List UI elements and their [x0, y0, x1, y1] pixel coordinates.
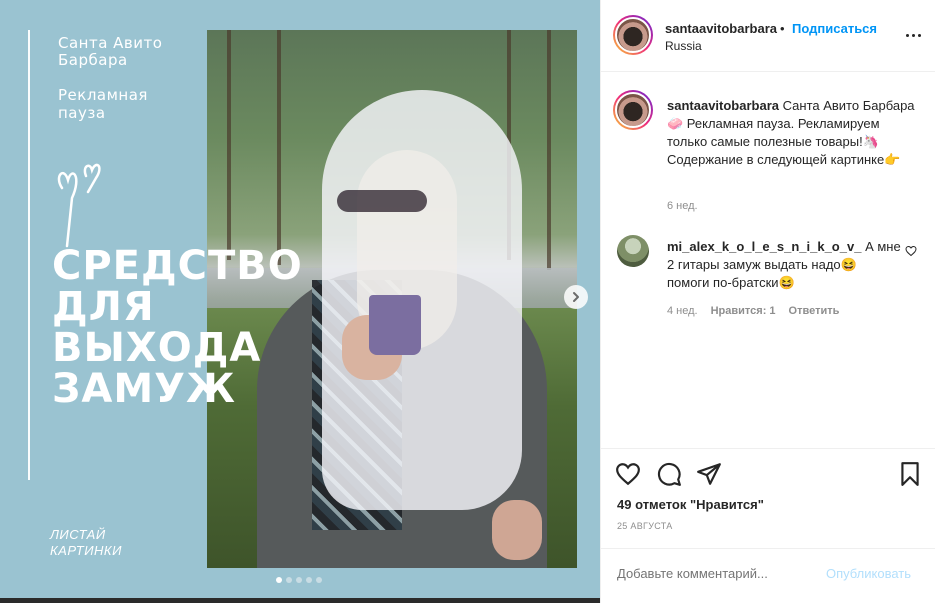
comment-like-icon[interactable]	[905, 245, 917, 257]
comment-icon[interactable]	[656, 461, 682, 487]
share-icon[interactable]	[696, 461, 722, 487]
post-photo	[207, 30, 577, 568]
post-username[interactable]: santaavitobarbara	[665, 21, 777, 36]
carousel-dots	[276, 577, 322, 583]
carousel-dot	[276, 577, 282, 583]
swipe-label-line1: ЛИСТАЙ	[50, 527, 106, 542]
swipe-label-line2: КАРТИНКИ	[50, 543, 122, 558]
post-header: santaavitobarbara • Подписаться Russia	[601, 0, 935, 72]
comment-reply-button[interactable]: Ответить	[789, 305, 840, 317]
separator-dot: •	[780, 21, 785, 36]
comment-input[interactable]	[617, 566, 817, 581]
media-name-line1: Санта Авито	[58, 34, 163, 52]
carousel-dot	[306, 577, 312, 583]
follow-button[interactable]: Подписаться	[792, 21, 877, 36]
likes-count[interactable]: 49 отметок "Нравится"	[617, 497, 764, 512]
post-location[interactable]: Russia	[665, 39, 702, 53]
avatar[interactable]	[613, 15, 653, 55]
headline-line1: средство	[52, 243, 303, 289]
headline-line3: выхода	[52, 325, 262, 371]
post-panel: santaavitobarbara • Подписаться Russia s…	[600, 0, 935, 603]
chevron-right-icon	[573, 292, 579, 302]
comment-avatar[interactable]	[617, 235, 649, 267]
comment-meta: 4 нед. Нравится: 1 Ответить	[667, 305, 839, 317]
caption-username[interactable]: santaavitobarbara	[667, 98, 779, 113]
caption-time[interactable]: 6 нед.	[667, 200, 698, 212]
carousel-next-button[interactable]	[564, 285, 588, 309]
comment-likes[interactable]: Нравится: 1	[711, 305, 776, 317]
more-options-icon[interactable]	[903, 25, 923, 45]
comment-username[interactable]: mi_alex_k_o_l_e_s_n_i_k_o_v_	[667, 239, 861, 254]
decorative-line	[28, 30, 30, 480]
carousel-dot	[286, 577, 292, 583]
media-pause-line1: Рекламная	[58, 86, 148, 104]
headline-line2: для	[52, 284, 155, 330]
publish-button[interactable]: Опубликовать	[826, 566, 911, 581]
caption-text: santaavitobarbara Санта Авито Барбара🧼 Р…	[667, 97, 917, 169]
comment-text: mi_alex_k_o_l_e_s_n_i_k_o_v_ А мне 2 гит…	[667, 238, 902, 292]
post-media[interactable]: Санта Авито Барбара Рекламная пауза сред…	[0, 0, 600, 598]
bookmark-icon[interactable]	[897, 461, 923, 487]
carousel-dot	[296, 577, 302, 583]
like-icon[interactable]	[615, 461, 641, 487]
carousel-dot	[316, 577, 322, 583]
caption-avatar[interactable]	[613, 90, 653, 130]
media-pause-line2: пауза	[58, 104, 106, 122]
bottom-strip	[0, 598, 600, 603]
media-name-line2: Барбара	[58, 51, 128, 69]
post-actions: 49 отметок "Нравится" 25 АВГУСТА	[601, 448, 935, 548]
comment-time[interactable]: 4 нед.	[667, 305, 698, 317]
add-comment-bar: Опубликовать	[601, 548, 935, 603]
headline-line4: замуж	[52, 366, 236, 412]
post-date[interactable]: 25 АВГУСТА	[617, 521, 673, 531]
heart-doodle-icon	[57, 163, 101, 248]
